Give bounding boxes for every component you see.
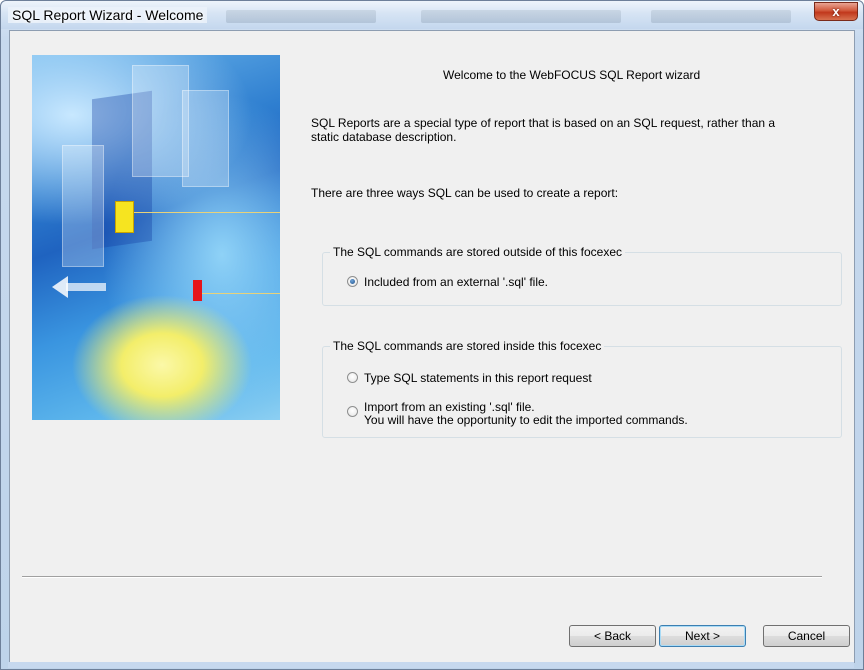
close-icon: x — [832, 4, 840, 19]
radio-type-sql[interactable] — [347, 372, 358, 383]
button-separator — [22, 576, 822, 578]
intro-text-line1: SQL Reports are a special type of report… — [311, 116, 776, 130]
radio-type-sql-label[interactable]: Type SQL statements in this report reque… — [364, 372, 592, 385]
banner-line — [197, 293, 280, 294]
window-title: SQL Report Wizard - Welcome — [8, 7, 208, 23]
banner-shape — [132, 65, 189, 177]
banner-shape — [182, 90, 229, 187]
intro-text-line2: static database description. — [311, 130, 457, 144]
banner-arrow-tail — [66, 283, 106, 291]
group-label-outside: The SQL commands are stored outside of t… — [330, 245, 626, 259]
radio-external-sql[interactable] — [347, 276, 358, 287]
welcome-heading: Welcome to the WebFOCUS SQL Report wizar… — [443, 68, 701, 82]
next-button[interactable]: Next > — [659, 625, 746, 647]
background-window-ghost — [226, 10, 376, 23]
group-label-inside: The SQL commands are stored inside this … — [330, 339, 605, 353]
radio-import-sql-sublabel: You will have the opportunity to edit th… — [364, 413, 688, 427]
cancel-button[interactable]: Cancel — [763, 625, 850, 647]
banner-shape — [62, 145, 104, 267]
title-bar[interactable]: SQL Report Wizard - Welcome x — [1, 1, 863, 29]
background-window-ghost — [651, 10, 791, 23]
radio-external-sql-label[interactable]: Included from an external '.sql' file. — [364, 276, 548, 289]
banner-line — [117, 212, 280, 213]
wizard-banner-image — [32, 55, 280, 420]
ways-text: There are three ways SQL can be used to … — [311, 186, 619, 200]
close-button[interactable]: x — [814, 2, 858, 21]
banner-arrow — [52, 276, 68, 298]
back-button[interactable]: < Back — [569, 625, 656, 647]
banner-marker — [115, 201, 134, 233]
background-window-ghost — [421, 10, 621, 23]
banner-marker — [193, 280, 202, 301]
radio-import-sql[interactable] — [347, 406, 358, 417]
window-bottom-frame — [8, 662, 854, 668]
